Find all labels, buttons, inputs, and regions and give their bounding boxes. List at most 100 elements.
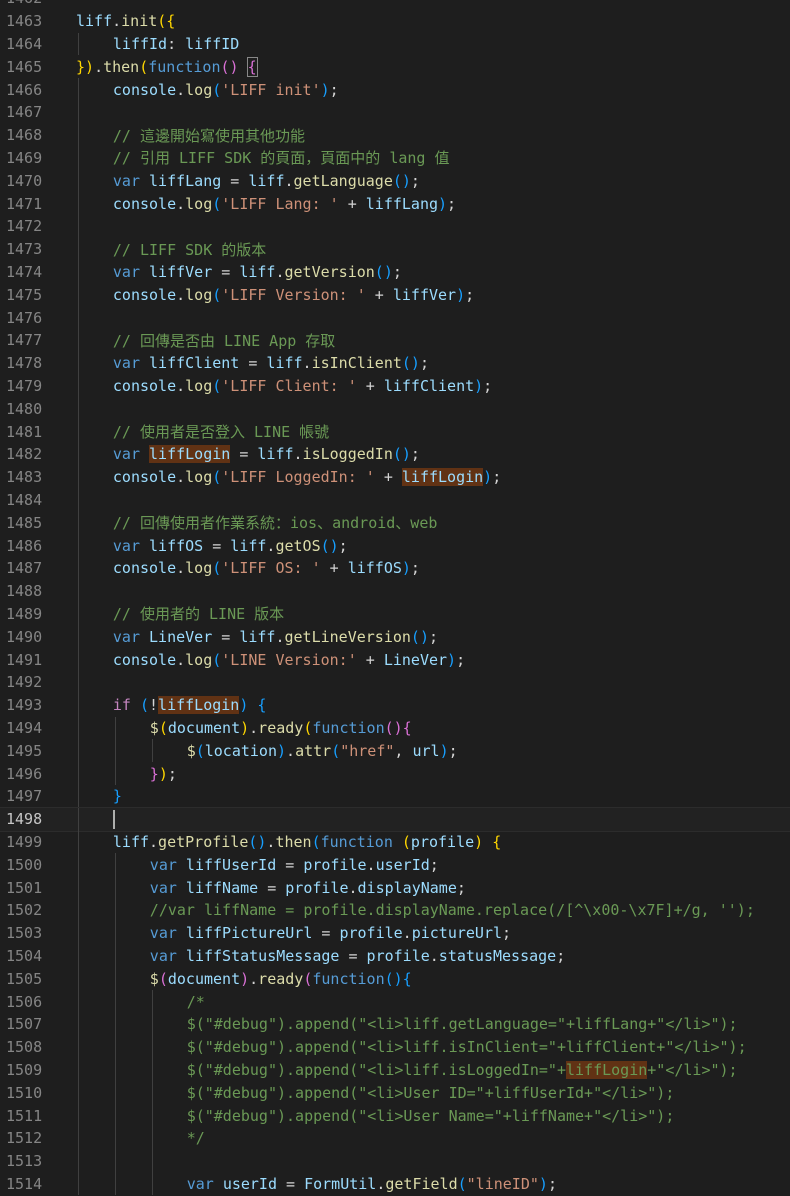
code-token: () [374,262,393,281]
indent-guide [78,944,79,968]
code-line[interactable]: 1484 [0,488,790,512]
code-token: liffVer [392,285,457,304]
code-line[interactable]: 1507 $("#debug").append("<li>liff.getLang… [0,1013,790,1036]
code-line[interactable]: 1510 $("#debug").append("<li>User ID="+li… [0,1081,790,1105]
code-line[interactable]: 1477 // 回傳是否由 LINE App 存取 [0,329,790,352]
code-line[interactable]: 1464 liffId: liffID [0,32,790,56]
code-line[interactable]: 1489 // 使用者的 LINE 版本 [0,602,790,626]
code-line[interactable]: 1463 liff. init({ [0,10,790,33]
indent-guide [151,1104,153,1127]
indent-guide [78,283,79,307]
code-token: . [429,946,439,965]
code-line[interactable]: 1512 */ [0,1127,790,1150]
code-token: statusMessage [438,946,557,965]
code-token: }) [76,57,95,76]
code-token: + [338,194,366,213]
indent-guide [78,306,79,329]
code-line[interactable]: 1508 $("#debug").append("<li>liff.isInCli… [0,1035,790,1059]
code-line[interactable]: 1486 var liffOS = liff. getOS(); [0,534,790,557]
code-line[interactable]: 1481 // 使用者是否登入 LINE 帳號 [0,420,790,443]
line-number: 1489 [6,604,43,623]
line-number: 1497 [6,787,43,806]
code-line[interactable]: 1503 var liffPictureUrl = profile. picture… [0,921,790,945]
code-line[interactable]: 1496}); [0,762,790,785]
indent-guide [78,785,79,808]
code-token: if [112,696,131,715]
code-line[interactable]: 1475 console. log('LIFF Version: ' + liffV… [0,283,790,307]
code-text: }). then(function() { [76,55,258,78]
code-token: . [249,969,259,988]
code-line[interactable]: 1478 var liffClient = liff. isInClient(); [0,351,790,375]
code-line[interactable]: 1498 [0,806,790,832]
code-token: . [149,832,159,851]
code-text: // 使用者是否登入 LINE 帳號 [113,420,329,443]
code-line[interactable]: 1465}). then(function() { [0,55,790,78]
code-line[interactable]: 1488 [0,579,790,603]
code-line[interactable]: 1466 console. log('LIFF init'); [0,78,790,101]
code-line[interactable]: 1469 // 引用 LIFF SDK 的頁面，頁面中的 lang 值 [0,146,790,170]
code-line[interactable]: 1471 console. log('LIFF Lang: ' + liffLang… [0,192,790,215]
code-line[interactable]: 1462 [0,0,790,10]
line-number: 1477 [6,331,43,350]
code-token: 'LIFF init' [221,80,321,99]
code-token: ; [329,80,339,99]
code-line[interactable]: 1467 [0,101,790,124]
code-token: ; [456,878,466,897]
code-line[interactable]: 1474 var liffVer = liff. getVersion(); [0,260,790,284]
code-line[interactable]: 1494 $(document). ready(function(){ [0,716,790,740]
code-line[interactable]: 1473 // LIFF SDK 的版本 [0,237,790,261]
code-token: = [203,536,231,555]
indent-guide [114,716,116,740]
code-line[interactable]: 1490 var LineVer = liff. getLineVersion(); [0,625,790,649]
code-line[interactable]: 1513 [0,1149,790,1173]
code-line[interactable]: 1500 var liffUserId = profile. userId; [0,853,790,877]
code-line[interactable]: 1480 [0,397,790,421]
code-line[interactable]: 1492 [0,671,790,694]
code-line[interactable]: 1505 $(document). ready(function(){ [0,967,790,991]
code-token: ; [428,627,439,646]
code-token: //var liffName = profile.displayName.rep… [149,901,755,920]
code-line[interactable]: 1514 var userId = FormUtil. getField("line… [0,1172,790,1196]
code-token: "lineID" [466,1174,539,1193]
code-line[interactable]: 1502 //var liffName = profile.displayName… [0,899,790,922]
code-line[interactable]: 1497} [0,785,790,808]
code-line[interactable]: 1504 var liffStatusMessage = profile. stat… [0,944,790,968]
code-token: + [365,285,393,304]
code-line[interactable]: 1501 var liffName = profile. displayName; [0,876,790,899]
indent-guide [78,899,79,922]
code-line[interactable]: 1468 // 這邊開始寫使用其他功能 [0,123,790,147]
code-line[interactable]: 1476 [0,306,790,329]
code-line[interactable]: 1491 console. log('LINE Version:' + LineVe… [0,648,790,671]
code-line[interactable]: 1493 if (! liffLogin) { [0,693,790,717]
line-number: 1496 [6,764,43,783]
code-token: = [239,354,267,373]
code-line[interactable]: 1495 $(location). attr("href", url); [0,739,790,763]
code-token: function [148,57,221,76]
code-line[interactable]: 1479 console. log('LIFF Client: ' + liffCl… [0,374,790,398]
code-line[interactable]: 1487 console. log('LIFF OS: ' + liffOS); [0,557,790,580]
code-line[interactable]: 1511 $("#debug").append("<li>User Name="+… [0,1104,790,1127]
code-token: liff [239,627,276,646]
code-line[interactable]: 1485 // 回傳使用者作業系統：ios、android、web [0,511,790,535]
code-line[interactable]: 1499 liff. getProfile(). then(function (pro… [0,830,790,854]
code-line[interactable]: 1506 /* [0,990,790,1013]
code-editor[interactable]: 14621463liff.init({1464liffId: liffID146… [0,0,790,1196]
code-line[interactable]: 1472 [0,215,790,238]
code-token: liffLogin [401,468,484,487]
code-token: = [339,946,367,965]
code-token: () [401,354,420,373]
indent-guide [78,1058,79,1082]
code-token: var [112,536,140,555]
code-line[interactable]: 1509 $("#debug").append("<li>liff.isLogge… [0,1058,790,1082]
code-token: getField [385,1174,458,1193]
indent-guide [114,762,116,785]
code-line[interactable]: 1470 var liffLang = liff. getLanguage(); [0,169,790,193]
code-line[interactable]: 1483 console. log('LIFF LoggedIn: ' + liff… [0,465,790,489]
line-number: 1485 [6,513,43,532]
code-token: . [284,171,294,190]
code-token: init [121,12,158,31]
code-line[interactable]: 1482 var liffLogin = liff. isLoggedIn(); [0,443,790,466]
code-token: FormUtil [304,1174,377,1193]
